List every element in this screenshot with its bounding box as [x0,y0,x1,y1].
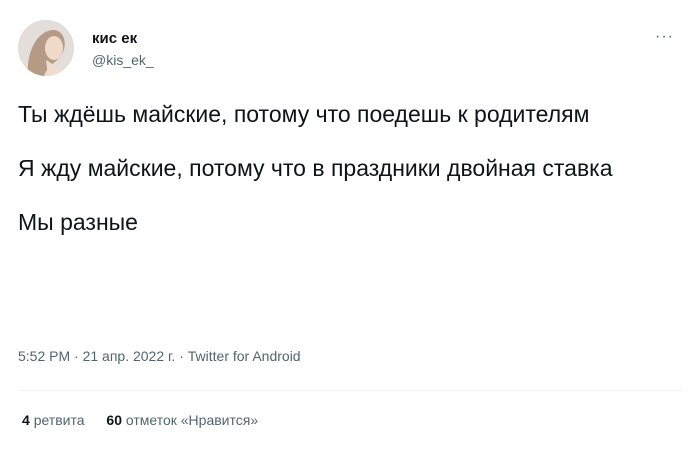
retweets-count: 4 [22,412,30,428]
likes-count: 60 [106,412,122,428]
avatar[interactable] [18,20,74,76]
author-handle[interactable]: @kis_ek_ [92,52,154,68]
tweet-paragraph: Мы разные [18,209,138,235]
tweet-source[interactable]: Twitter for Android [188,348,301,364]
likes-stat[interactable]: 60 отметок «Нравится» [106,412,258,428]
tweet-stats: 4 ретвита 60 отметок «Нравится» [22,412,276,428]
more-options-icon[interactable]: ··· [655,28,674,46]
tweet-paragraph: Ты ждёшь майские, потому что поедешь к р… [18,101,590,127]
avatar-image [18,20,74,76]
author-name[interactable]: кис ек [92,30,137,47]
tweet-paragraph: Я жду майские, потому что в праздники дв… [18,155,613,181]
tweet-text: Ты ждёшь майские, потому что поедешь к р… [18,98,678,260]
retweets-stat[interactable]: 4 ретвита [22,412,85,428]
divider [18,390,682,391]
meta-separator: · [70,348,83,364]
tweet-metadata: 5:52 PM · 21 апр. 2022 г. · Twitter for … [18,348,301,364]
meta-separator: · [175,348,188,364]
tweet-time[interactable]: 5:52 PM [18,348,70,364]
retweets-label: ретвита [33,412,85,428]
tweet-date[interactable]: 21 апр. 2022 г. [83,348,176,364]
likes-label: отметок «Нравится» [125,412,259,428]
